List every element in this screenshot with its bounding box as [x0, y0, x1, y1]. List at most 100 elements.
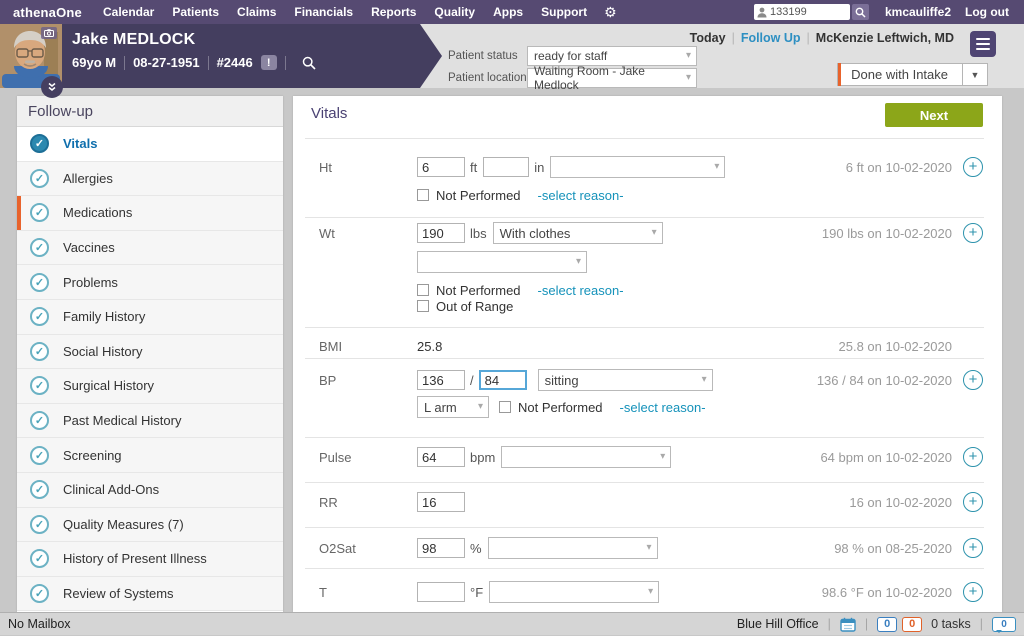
sidebar-item-past-medical-history[interactable]: Past Medical History — [17, 404, 283, 439]
pulse-qualifier-select[interactable] — [501, 446, 671, 468]
rr-add-icon[interactable] — [963, 492, 983, 512]
collapse-banner-button[interactable] — [41, 76, 63, 98]
temperature-qualifier-select[interactable] — [489, 581, 659, 603]
rr-input[interactable] — [417, 492, 465, 512]
sidebar-item-social-history[interactable]: Social History — [17, 335, 283, 370]
bp-select-reason-link[interactable]: -select reason- — [620, 400, 706, 415]
wt-label: Wt — [319, 226, 417, 241]
ht-in-input[interactable] — [483, 157, 529, 177]
ht-ft-unit: ft — [470, 160, 477, 175]
check-icon — [30, 342, 49, 361]
sidebar-item-allergies[interactable]: Allergies — [17, 162, 283, 197]
username[interactable]: kmcauliffe2 — [885, 5, 951, 19]
patient-age-sex: 69yo M — [72, 55, 116, 70]
o2sat-unit: % — [470, 541, 482, 556]
alert-icon[interactable]: ! — [261, 55, 277, 70]
appointments-count[interactable]: 0 — [877, 617, 897, 632]
menu-icon[interactable] — [970, 31, 996, 57]
patient-location-select[interactable]: Waiting Room - Jake Medlock — [527, 68, 697, 88]
calendar-icon[interactable] — [840, 617, 856, 632]
sidebar-item-medications[interactable]: Medications — [17, 196, 283, 231]
camera-icon[interactable] — [41, 27, 57, 39]
wt-not-performed-checkbox[interactable] — [417, 284, 429, 296]
nav-apps[interactable]: Apps — [484, 0, 532, 24]
bp-site-select[interactable]: L arm — [417, 396, 489, 418]
sidebar-item-clinical-add-ons[interactable]: Clinical Add-Ons — [17, 473, 283, 508]
ht-select-reason-link[interactable]: -select reason- — [538, 188, 624, 203]
patient-id-searchbox[interactable] — [754, 4, 850, 20]
ht-qualifier-select[interactable] — [550, 156, 725, 178]
ht-history: 6 ft on 10-02-2020 — [846, 160, 963, 175]
patient-status-select[interactable]: ready for staff — [527, 46, 697, 66]
chat-bubble-icon[interactable]: 0 — [992, 617, 1016, 632]
nav-financials[interactable]: Financials — [285, 0, 362, 24]
nav-quality[interactable]: Quality — [425, 0, 484, 24]
office-name[interactable]: Blue Hill Office — [737, 617, 819, 631]
wt-history: 190 lbs on 10-02-2020 — [822, 226, 963, 241]
sidebar-item-quality-measures[interactable]: Quality Measures (7) — [17, 508, 283, 543]
done-with-intake-dropdown[interactable]: ▼ — [963, 63, 988, 86]
nav-claims[interactable]: Claims — [228, 0, 285, 24]
patient-banner: Jake MEDLOCK 69yo M 08-27-1951 #2446 ! — [0, 24, 442, 88]
nav-support[interactable]: Support — [532, 0, 596, 24]
wt-add-icon[interactable] — [963, 223, 983, 243]
bp-diastolic-input[interactable] — [479, 370, 527, 390]
alerts-count[interactable]: 0 — [902, 617, 922, 632]
done-with-intake-button[interactable]: Done with Intake — [837, 63, 963, 86]
temperature-add-icon[interactable] — [963, 582, 983, 602]
logout-link[interactable]: Log out — [965, 5, 1009, 19]
separator: | — [865, 617, 868, 631]
bp-position-value: sitting — [545, 373, 579, 388]
sidebar-item-screening[interactable]: Screening — [17, 438, 283, 473]
ht-add-icon[interactable] — [963, 157, 983, 177]
o2sat-add-icon[interactable] — [963, 538, 983, 558]
separator: | — [980, 617, 983, 631]
nav-patients[interactable]: Patients — [163, 0, 228, 24]
patient-status-row: Patient status ready for staff — [448, 46, 697, 66]
sidebar-item-family-history[interactable]: Family History — [17, 300, 283, 335]
wt-input[interactable] — [417, 223, 465, 243]
nav-reports[interactable]: Reports — [362, 0, 425, 24]
sidebar-item-review-of-systems[interactable]: Review of Systems — [17, 577, 283, 612]
patient-search-icon[interactable] — [302, 56, 316, 70]
pulse-add-icon[interactable] — [963, 447, 983, 467]
divider — [305, 217, 984, 218]
bp-position-select[interactable]: sitting — [538, 369, 713, 391]
ht-ft-input[interactable] — [417, 157, 465, 177]
pulse-row: Pulse bpm 64 bpm on 10-02-2020 — [319, 446, 983, 468]
sidebar-item-vaccines[interactable]: Vaccines — [17, 231, 283, 266]
top-nav: athenaOne Calendar Patients Claims Finan… — [0, 0, 1024, 24]
gear-icon[interactable]: ⚙ — [604, 4, 617, 21]
bp-add-icon[interactable] — [963, 370, 983, 390]
sidebar-item-surgical-history[interactable]: Surgical History — [17, 369, 283, 404]
next-button[interactable]: Next — [885, 103, 983, 127]
wt-out-of-range-checkbox[interactable] — [417, 300, 429, 312]
o2sat-qualifier-select[interactable] — [488, 537, 658, 559]
bp-separator: / — [470, 373, 474, 388]
bmi-row: BMI 25.8 25.8 on 10-02-2020 — [319, 335, 983, 357]
ht-not-performed-checkbox[interactable] — [417, 189, 429, 201]
not-performed-label: Not Performed — [518, 400, 603, 415]
sidebar-item-problems[interactable]: Problems — [17, 265, 283, 300]
sidebar-item-history-of-present-illness[interactable]: History of Present Illness — [17, 542, 283, 577]
follow-up-link[interactable]: Follow Up — [741, 31, 801, 45]
wt-row: Wt lbs With clothes 190 lbs on 10-02-202… — [319, 222, 983, 244]
temperature-input[interactable] — [417, 582, 465, 602]
wt-select-reason-link[interactable]: -select reason- — [538, 283, 624, 298]
wt-qualifier-value: With clothes — [500, 226, 571, 241]
sidebar-item-vitals[interactable]: Vitals — [17, 127, 283, 162]
wt-qualifier-select[interactable]: With clothes — [493, 222, 663, 244]
nav-calendar[interactable]: Calendar — [94, 0, 163, 24]
provider-name[interactable]: McKenzie Leftwich, MD — [816, 31, 954, 45]
search-input[interactable] — [770, 6, 840, 18]
bp-not-performed-checkbox[interactable] — [499, 401, 511, 413]
main-nav: Calendar Patients Claims Financials Repo… — [94, 0, 596, 24]
o2sat-input[interactable] — [417, 538, 465, 558]
today-link[interactable]: Today — [690, 31, 726, 45]
wt-secondary-select[interactable] — [417, 251, 587, 273]
pulse-input[interactable] — [417, 447, 465, 467]
separator: | — [807, 31, 810, 45]
mailbox-status[interactable]: No Mailbox — [8, 617, 71, 631]
search-button[interactable] — [852, 4, 869, 20]
bp-systolic-input[interactable] — [417, 370, 465, 390]
